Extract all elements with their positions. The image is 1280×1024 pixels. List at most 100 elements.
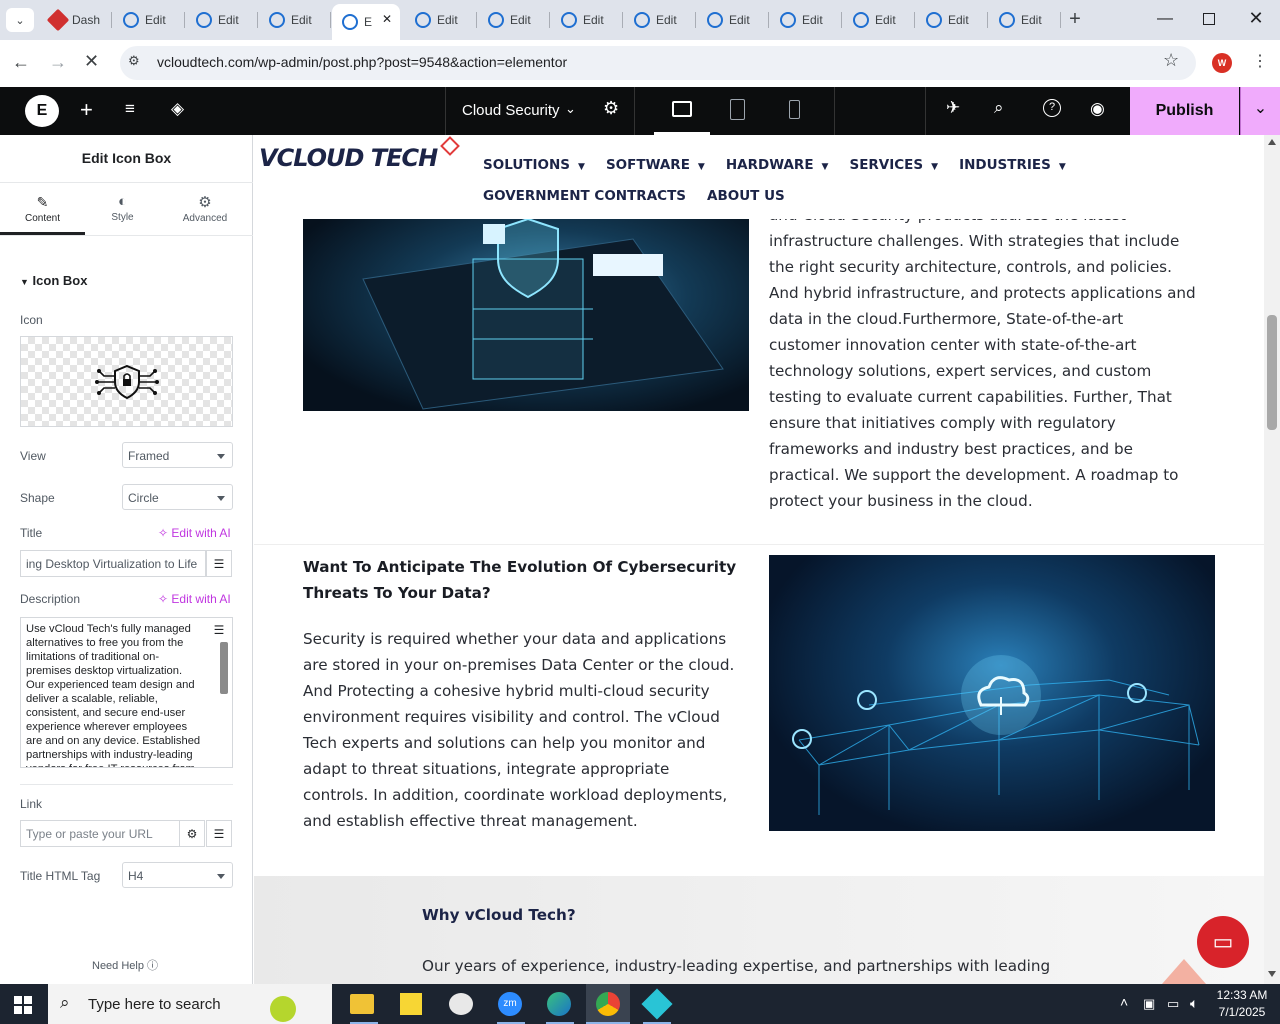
dynamic-tags-icon[interactable]: ☰ [206, 550, 232, 577]
canvas-scrollbar[interactable] [1264, 135, 1280, 984]
browser-tab[interactable]: Edit [697, 6, 769, 34]
restore-button[interactable] [1203, 13, 1215, 25]
browser-tab[interactable]: Dash [40, 6, 112, 34]
scroll-down-arrow-icon[interactable] [1268, 971, 1276, 977]
site-info-icon[interactable]: ⚙ [128, 53, 140, 69]
finder-search-icon[interactable]: ⌕ [994, 98, 1004, 118]
mobile-view-icon[interactable] [789, 100, 800, 119]
sticky-notes-icon[interactable] [400, 993, 422, 1015]
file-explorer-icon[interactable] [350, 994, 374, 1014]
nav-item-government-contracts[interactable]: GOVERNMENT CONTRACTS [483, 188, 686, 204]
dynamic-tags-icon[interactable]: ☰ [206, 820, 232, 847]
browser-tab[interactable]: Edit [770, 6, 842, 34]
browser-tab[interactable]: Edit [624, 6, 696, 34]
clock-date[interactable]: 7/1/2025 [1214, 1005, 1270, 1019]
close-window-button[interactable]: ✕ [1244, 8, 1268, 30]
section-toggle-icon-box[interactable]: ▼ Icon Box [20, 273, 87, 288]
nav-item-services[interactable]: SERVICES ▼ [849, 157, 938, 173]
app-diamond-icon[interactable] [641, 988, 673, 1020]
desktop-view-icon[interactable] [672, 101, 692, 117]
stop-loading-icon[interactable]: ✕ [84, 51, 99, 72]
dynamic-tags-icon[interactable]: ☰ [206, 617, 232, 643]
clock-time[interactable]: 12:33 AM [1214, 988, 1270, 1002]
nav-item-software[interactable]: SOFTWARE ▼ [606, 157, 705, 173]
browser-menu-icon[interactable]: ⋮ [1252, 51, 1268, 71]
tray-chevron-up-icon[interactable]: ˄ [1120, 994, 1128, 1010]
paint-icon[interactable] [449, 993, 473, 1015]
nav-item-hardware[interactable]: HARDWARE ▼ [726, 157, 829, 173]
tab-close-icon[interactable]: ✕ [382, 12, 392, 26]
bookmark-star-icon[interactable]: ☆ [1163, 50, 1179, 71]
profile-avatar[interactable]: W [1212, 53, 1232, 73]
tab-active[interactable]: E ✕ [332, 4, 400, 40]
page-settings-gear-icon[interactable]: ⚙ [603, 98, 619, 119]
browser-tab[interactable]: Edit [113, 6, 185, 34]
preview-eye-icon[interactable]: ◉ [1090, 99, 1105, 119]
edge-icon[interactable] [547, 992, 571, 1016]
browser-tab[interactable]: Edit [405, 6, 477, 34]
browser-tab[interactable]: Edit [478, 6, 550, 34]
need-help-link[interactable]: Need Help ⓘ [92, 957, 158, 973]
tennis-decoration-icon [270, 996, 296, 1022]
nav-item-solutions[interactable]: SOLUTIONS ▼ [483, 157, 585, 173]
back-icon[interactable]: ← [12, 52, 30, 73]
scroll-top-arrow[interactable] [1162, 959, 1206, 984]
html-tag-select[interactable]: H4 [122, 862, 233, 888]
intro-paragraph: and Cloud Security products address the … [769, 202, 1219, 514]
elementor-logo-icon[interactable]: E [25, 95, 59, 127]
shape-select[interactable]: Circle [122, 484, 233, 510]
browser-tab[interactable]: Edit [916, 6, 988, 34]
tray-app-icon[interactable]: ▣ [1143, 996, 1155, 1012]
chevron-down-icon[interactable]: ⌄ [565, 101, 576, 117]
taskbar-search-box[interactable]: ⌕ Type here to search [48, 984, 332, 1024]
scrollbar-thumb[interactable] [1267, 315, 1277, 430]
notes-rocket-icon[interactable]: ✈ [946, 98, 960, 118]
help-icon[interactable]: ? [1043, 99, 1061, 117]
structure-layers-icon[interactable]: ◈ [171, 99, 184, 119]
link-options-gear-icon[interactable]: ⚙ [179, 820, 205, 847]
tab-style[interactable]: ◐ Style [85, 183, 160, 235]
publish-options-chevron-icon[interactable]: ⌄ [1240, 87, 1280, 135]
tab-title: Edit [729, 13, 750, 27]
volume-icon[interactable]: 🔈︎ [1190, 995, 1198, 1012]
scroll-up-arrow-icon[interactable] [1268, 139, 1276, 145]
browser-tab[interactable]: Edit [186, 6, 258, 34]
browser-tab-strip: ⌄ Dash Edit Edit Edit E ✕ Edit Edit Edit Edit Edit… [0, 0, 1280, 40]
forward-icon[interactable]: → [49, 52, 67, 73]
view-select[interactable]: Framed [122, 442, 233, 468]
icon-picker[interactable] [20, 336, 233, 427]
zoom-icon[interactable]: zm [498, 992, 522, 1016]
edit-with-ai-link[interactable]: ✧ Edit with AI [158, 526, 231, 540]
tab-content[interactable]: ✎ Content [0, 183, 85, 235]
minimize-button[interactable]: — [1150, 10, 1180, 30]
site-logo[interactable]: VCLOUD TECH [259, 144, 438, 172]
edit-with-ai-link-description[interactable]: ✧ Edit with AI [158, 592, 231, 606]
nav-item-industries[interactable]: INDUSTRIES ▼ [959, 157, 1066, 173]
publish-button[interactable]: Publish [1130, 87, 1239, 135]
windows-start-icon[interactable] [14, 996, 32, 1014]
tablet-view-icon[interactable] [730, 99, 745, 120]
browser-tab[interactable]: Edit [843, 6, 915, 34]
tab-advanced[interactable]: ⚙ Advanced [165, 183, 245, 235]
browser-tab[interactable]: Edit [989, 6, 1061, 34]
title-input[interactable]: ing Desktop Virtualization to Life [20, 550, 206, 577]
browser-tab[interactable]: Edit [259, 6, 331, 34]
caret-down-icon: ▼ [697, 162, 705, 172]
chat-bubble-button[interactable]: ▭ [1197, 916, 1249, 968]
tab-title: Edit [656, 13, 677, 27]
network-icon[interactable]: ▭ [1167, 996, 1179, 1012]
add-element-icon[interactable]: + [80, 97, 93, 123]
site-settings-icon[interactable]: ≡ [125, 99, 135, 119]
textarea-scrollbar[interactable] [220, 642, 228, 694]
description-textarea[interactable]: Use vCloud Tech's fully managed alternat… [20, 617, 233, 768]
tab-search-button[interactable]: ⌄ [6, 8, 34, 32]
wordpress-favicon-icon [853, 12, 869, 28]
link-input[interactable]: Type or paste your URL [20, 820, 180, 847]
new-tab-button[interactable]: + [1064, 8, 1086, 30]
ai-sparkle-icon: ✧ [158, 592, 172, 606]
page-name[interactable]: Cloud Security [462, 102, 560, 119]
nav-item-about-us[interactable]: ABOUT US [707, 188, 785, 204]
url-text[interactable]: vcloudtech.com/wp-admin/post.php?post=95… [157, 54, 567, 70]
browser-tab[interactable]: Edit [551, 6, 623, 34]
heading-line: Threats To Your Data? [303, 584, 491, 602]
